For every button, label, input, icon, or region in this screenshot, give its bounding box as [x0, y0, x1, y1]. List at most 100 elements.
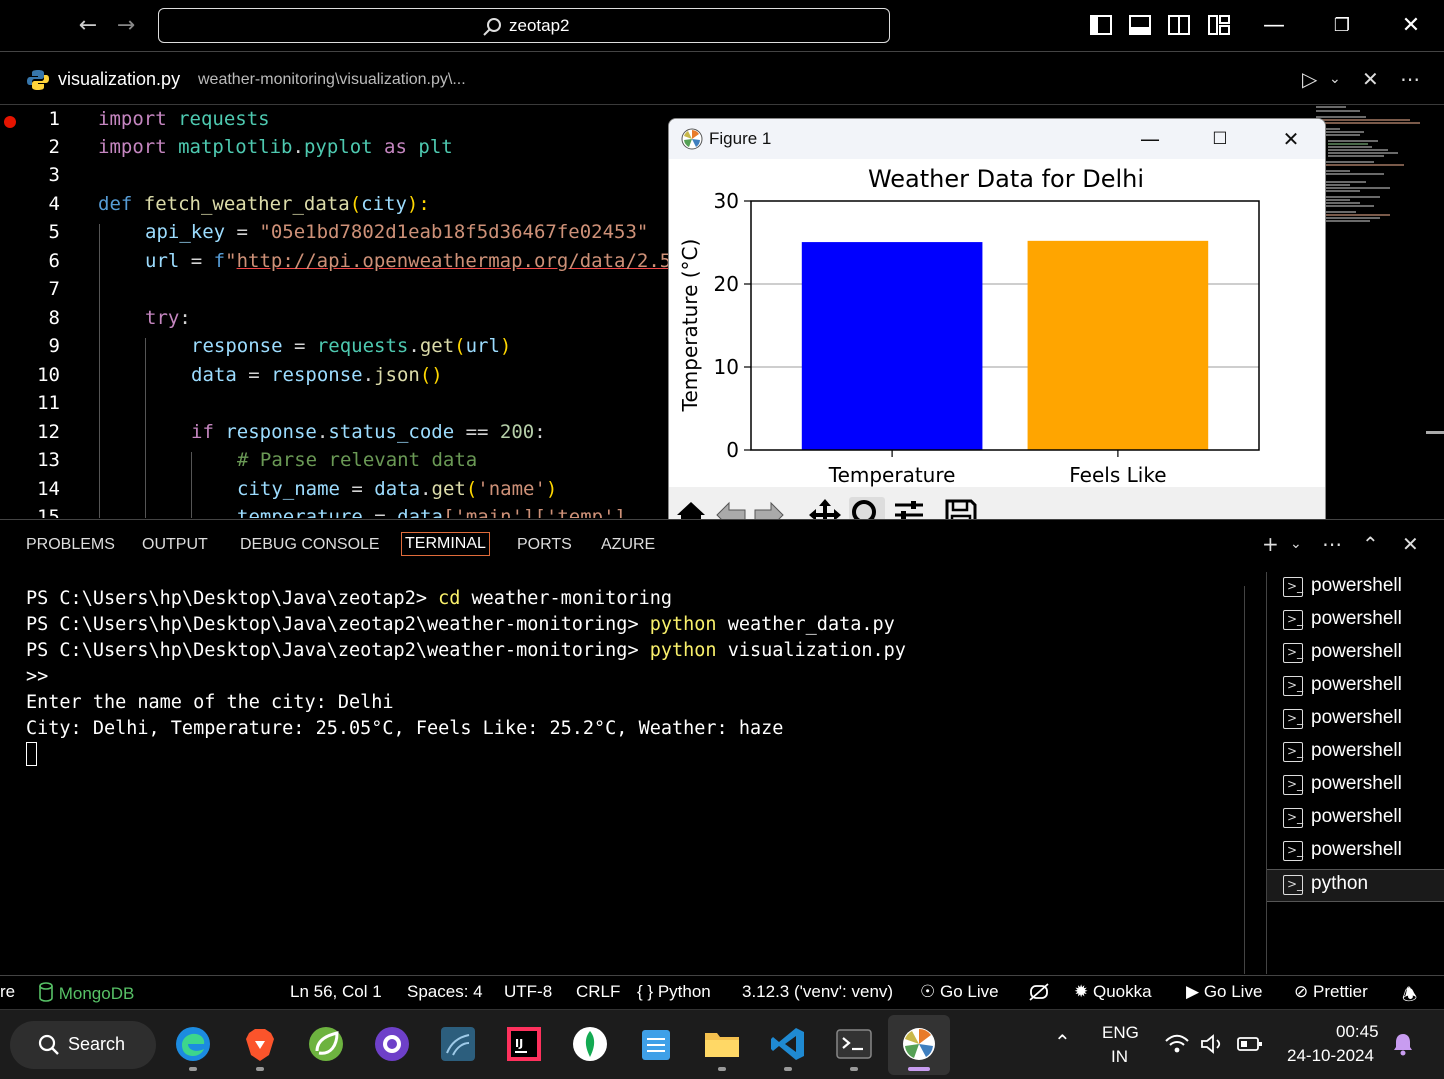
clock-time[interactable]: 00:45 — [1336, 1022, 1379, 1042]
terminal-list-item[interactable]: >_ powershell — [1267, 638, 1444, 671]
copilot-icon[interactable] — [1028, 982, 1050, 1004]
code-text: temperature = data['main']['temp'] — [237, 506, 626, 518]
notifications-bell-icon[interactable]: 🕭 — [1402, 982, 1417, 1011]
status-item-cut[interactable]: re — [0, 982, 15, 1002]
panel-more-icon[interactable]: ⋯ — [1322, 532, 1342, 556]
terminal-icon: >_ — [1283, 577, 1303, 597]
line-number: 12 — [37, 421, 60, 443]
volume-icon[interactable] — [1200, 1034, 1226, 1054]
end-of-line[interactable]: CRLF — [576, 982, 620, 1002]
spring-tools-icon[interactable] — [307, 1025, 345, 1063]
toggle-secondary-sidebar-icon[interactable] — [1168, 14, 1190, 36]
terminal-list-item[interactable]: >_ powershell — [1267, 737, 1444, 770]
database-icon — [39, 982, 53, 1002]
figure-close-icon[interactable]: ✕ — [1269, 123, 1313, 155]
tab-terminal[interactable]: TERMINAL — [401, 532, 490, 556]
close-editor-icon[interactable]: ✕ — [1362, 65, 1379, 93]
cursor-position[interactable]: Ln 56, Col 1 — [290, 982, 382, 1002]
terminal-icon[interactable] — [835, 1025, 873, 1063]
customize-layout-icon[interactable] — [1208, 14, 1230, 36]
mongodb-status[interactable]: MongoDB — [38, 982, 134, 1004]
toggle-panel-icon[interactable] — [1129, 14, 1151, 36]
terminal-output[interactable]: PS C:\Users\hp\Desktop\Java\zeotap2> cd … — [0, 572, 1244, 974]
taskbar-search-label: Search — [68, 1034, 126, 1054]
editor-scrollbar[interactable] — [1426, 431, 1444, 434]
encoding[interactable]: UTF-8 — [504, 982, 552, 1002]
close-panel-icon[interactable]: ✕ — [1402, 532, 1419, 556]
terminal-name: powershell — [1311, 575, 1402, 596]
terminal-icon: >_ — [1283, 775, 1303, 795]
terminal-name: powershell — [1311, 608, 1402, 629]
code-text: city_name = data.get('name') — [237, 478, 558, 500]
clock-date[interactable]: 24-10-2024 — [1287, 1046, 1374, 1066]
terminal-dropdown-icon[interactable]: ⌄ — [1290, 536, 1302, 552]
terminal-list-item[interactable]: >_ powershell — [1267, 836, 1444, 869]
notepad-icon[interactable] — [637, 1025, 675, 1063]
toggle-primary-sidebar-icon[interactable] — [1090, 14, 1112, 36]
minimize-icon[interactable]: — — [1254, 10, 1294, 42]
status-bar: re MongoDB Ln 56, Col 1 Spaces: 4 UTF-8 … — [0, 975, 1444, 1008]
wifi-icon[interactable] — [1164, 1034, 1190, 1054]
tab-azure[interactable]: AZURE — [601, 536, 655, 554]
language-mode[interactable]: { } Python — [637, 982, 711, 1002]
braces-icon: { } — [637, 982, 654, 1001]
mysql-workbench-icon[interactable] — [439, 1025, 477, 1063]
mongodb-compass-icon[interactable] — [571, 1025, 609, 1063]
running-indicator — [850, 1067, 858, 1071]
language-indicator-top[interactable]: ENG — [1102, 1023, 1139, 1043]
back-arrow-icon[interactable]: ← — [74, 12, 102, 40]
terminal-list-item[interactable]: >_ powershell — [1267, 704, 1444, 737]
close-icon[interactable]: ✕ — [1391, 10, 1431, 42]
intellij-idea-icon[interactable]: IJ — [505, 1025, 543, 1063]
file-explorer-icon[interactable] — [703, 1025, 741, 1063]
terminal-divider — [1244, 586, 1245, 974]
taskbar-search[interactable]: Search — [10, 1021, 156, 1069]
figure-title-bar[interactable]: Figure 1 — ☐ ✕ — [669, 119, 1325, 159]
figure-minimize-icon[interactable]: — — [1128, 123, 1172, 155]
chart-title: Weather Data for Delhi — [868, 165, 1144, 193]
code-text: data = response.json() — [191, 364, 443, 386]
active-file-name[interactable]: visualization.py — [58, 69, 180, 90]
tab-problems[interactable]: PROBLEMS — [26, 536, 115, 554]
python-interpreter[interactable]: 3.12.3 ('venv': venv) — [742, 982, 893, 1002]
terminal-list-item[interactable]: >_ powershell — [1267, 605, 1444, 638]
brave-browser-icon[interactable] — [241, 1025, 279, 1063]
figure-maximize-icon[interactable]: ☐ — [1198, 123, 1242, 155]
battery-icon[interactable] — [1237, 1035, 1263, 1053]
edge-browser-icon[interactable] — [174, 1025, 212, 1063]
terminal-list-item-active[interactable]: >_ python — [1267, 869, 1444, 902]
quokka-status[interactable]: ✹ Quokka — [1074, 982, 1152, 1002]
new-terminal-icon[interactable]: + — [1262, 532, 1279, 556]
tab-output[interactable]: OUTPUT — [142, 536, 208, 554]
go-live-status-1[interactable]: ☉ Go Live — [920, 982, 999, 1002]
notification-bell-icon[interactable] — [1392, 1032, 1414, 1056]
command-center-search[interactable]: zeotap2 — [158, 8, 890, 43]
maximize-panel-icon[interactable]: ⌃ — [1362, 532, 1379, 556]
run-options-chevron-icon[interactable]: ⌄ — [1329, 65, 1341, 93]
tab-ports[interactable]: PORTS — [517, 536, 572, 554]
minimap[interactable] — [1312, 106, 1422, 518]
restore-icon[interactable]: ❐ — [1322, 10, 1362, 42]
running-indicator — [784, 1067, 792, 1071]
matplotlib-figure-icon[interactable] — [900, 1025, 938, 1063]
line-number: 7 — [48, 278, 60, 300]
show-hidden-icons-chevron-icon[interactable]: ⌃ — [1054, 1030, 1071, 1055]
terminal-cursor — [26, 742, 37, 766]
forward-arrow-icon[interactable]: → — [112, 12, 140, 40]
tab-debug-console[interactable]: DEBUG CONSOLE — [240, 536, 380, 554]
terminal-list-item[interactable]: >_ powershell — [1267, 770, 1444, 803]
line-number: 5 — [48, 221, 60, 243]
github-desktop-icon[interactable] — [373, 1025, 411, 1063]
go-live-status-2[interactable]: ▶ Go Live — [1186, 982, 1262, 1002]
indentation[interactable]: Spaces: 4 — [407, 982, 483, 1002]
vscode-icon[interactable] — [769, 1025, 807, 1063]
terminal-icon: >_ — [1283, 742, 1303, 762]
language-indicator-bottom[interactable]: IN — [1111, 1047, 1128, 1067]
terminal-list-item[interactable]: >_ powershell — [1267, 572, 1444, 605]
run-python-file-icon[interactable]: ▷ — [1302, 65, 1317, 93]
more-actions-icon[interactable]: ⋯ — [1400, 65, 1420, 93]
terminal-list-item[interactable]: >_ powershell — [1267, 671, 1444, 704]
prettier-status[interactable]: ⊘ Prettier — [1294, 982, 1368, 1002]
terminal-list-item[interactable]: >_ powershell — [1267, 803, 1444, 836]
weather-bar-chart: Weather Data for Delhi 0 10 20 30 Temperatu… — [678, 165, 1260, 487]
